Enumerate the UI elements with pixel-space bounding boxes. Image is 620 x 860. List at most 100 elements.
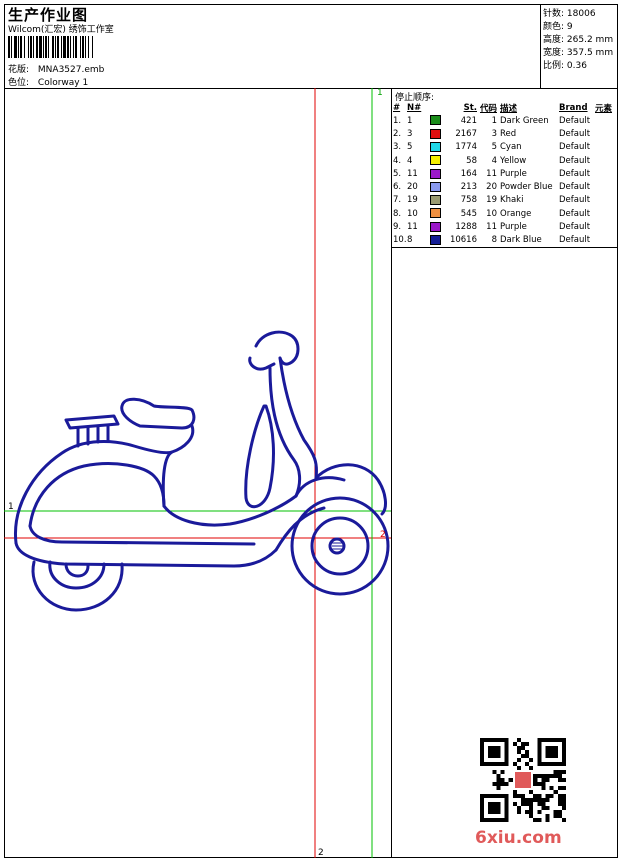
- qr-module: [561, 806, 566, 810]
- qr-module: [512, 762, 517, 766]
- barcode-bar: [63, 36, 66, 58]
- qr-module: [541, 802, 546, 806]
- barcode-bar: [43, 36, 44, 58]
- qr-module: [557, 770, 562, 774]
- qr-module: [529, 814, 534, 818]
- cell-code: 10: [486, 208, 497, 219]
- cell-code: 4: [491, 155, 497, 166]
- cell-n: 19: [407, 195, 418, 206]
- panel-divider-vertical: [391, 88, 392, 858]
- barcode-bar: [57, 36, 59, 58]
- stat-colors: 颜色: 9: [543, 19, 573, 32]
- barcode-bar: [80, 36, 81, 58]
- qr-module: [541, 786, 546, 790]
- stat-value: 9: [566, 22, 573, 32]
- qr-module: [533, 794, 538, 798]
- qr-module: [516, 738, 521, 742]
- color-swatch: [430, 208, 441, 219]
- col-header: St.: [463, 102, 477, 113]
- qr-module: [520, 742, 526, 746]
- col-header: 代码: [479, 103, 497, 114]
- cell-st: 2167: [455, 128, 477, 139]
- qr-module: [525, 810, 530, 814]
- qr-module: [557, 814, 562, 818]
- color-swatch-cell: [427, 194, 443, 207]
- cell-brand: Default: [559, 222, 591, 233]
- scooter-outline: [13, 330, 390, 612]
- cell-st: 1774: [455, 142, 477, 153]
- cell-idx: 2.: [393, 128, 402, 139]
- design-file: MNA3527.emb: [37, 65, 105, 75]
- qr-module: [500, 778, 505, 782]
- cell-n: 8: [407, 235, 413, 246]
- table-row: 2. 3 2167 3 Red Default: [393, 127, 612, 140]
- cell-desc: Purple: [500, 168, 527, 179]
- cell-brand: Default: [559, 155, 591, 166]
- guide-label-right: 2: [380, 530, 386, 540]
- qr-module: [496, 786, 501, 790]
- cell-st: 213: [460, 182, 477, 193]
- color-swatch: [430, 128, 441, 139]
- qr-module: [553, 814, 558, 818]
- qr-module: [512, 742, 517, 746]
- cell-brand: Default: [559, 142, 591, 153]
- guide-label-left: 1: [8, 502, 14, 512]
- qr-module: [537, 794, 542, 798]
- barcode-bar: [39, 36, 42, 58]
- qr-module: [561, 798, 566, 802]
- barcode-bar: [48, 36, 49, 58]
- qr-module: [541, 798, 546, 802]
- qr-module: [549, 794, 554, 798]
- qr-module: [545, 778, 550, 782]
- table-row: 9. 11 1288 11 Purple Default: [393, 220, 612, 233]
- barcode-bar: [24, 36, 25, 58]
- barcode-bar: [67, 36, 69, 58]
- cell-n: 11: [407, 222, 418, 233]
- qr-module: [537, 818, 542, 822]
- qr-module: [508, 778, 513, 782]
- table-row: 5. 11 164 11 Purple Default: [393, 167, 612, 180]
- qr-module: [545, 814, 550, 818]
- qr-module: [512, 790, 517, 794]
- color-swatch: [430, 168, 441, 179]
- qr-module: [549, 774, 554, 778]
- qr-module: [561, 778, 566, 782]
- qr-module: [533, 818, 538, 822]
- qr-module: [549, 786, 554, 790]
- cell-desc: Purple: [500, 222, 527, 233]
- qr-module: [529, 790, 534, 794]
- cell-code: 1: [491, 115, 497, 126]
- barcode-bar: [20, 36, 22, 58]
- cell-idx: 1.: [393, 115, 402, 126]
- qr-module: [541, 806, 546, 810]
- barcode-bar: [75, 36, 77, 58]
- cell-desc: Orange: [500, 208, 532, 219]
- cell-brand: Default: [559, 182, 591, 193]
- stop-sequence-table: # N# St. 代码 描述 Brand 元素 1. 1 421 1 Dark Gree…: [393, 101, 612, 247]
- qr-module: [512, 802, 517, 806]
- cell-idx: 6.: [393, 182, 402, 193]
- cell-n: 4: [407, 155, 413, 166]
- col-header: #: [393, 102, 401, 113]
- qr-module: [561, 770, 566, 774]
- cell-desc: Powder Blue: [500, 182, 553, 193]
- cell-empty: [595, 127, 612, 140]
- panel-divider-horizontal: [391, 247, 618, 248]
- color-swatch: [430, 195, 441, 206]
- qr-finder: [545, 746, 558, 758]
- qr-module: [525, 762, 530, 766]
- qr-module: [525, 798, 530, 802]
- color-swatch: [430, 155, 441, 166]
- qr-module: [504, 782, 509, 786]
- col-header: N#: [407, 102, 422, 113]
- qr-module: [553, 790, 558, 794]
- col-header: 元素: [595, 103, 613, 114]
- barcode-bar: [28, 36, 29, 58]
- barcode: [8, 36, 93, 58]
- barcode-bar: [30, 36, 32, 58]
- cell-empty: [595, 154, 612, 167]
- qr-module: [525, 802, 530, 806]
- cell-empty: [595, 207, 612, 220]
- cell-idx: 5.: [393, 168, 402, 179]
- qr-finder: [488, 746, 501, 758]
